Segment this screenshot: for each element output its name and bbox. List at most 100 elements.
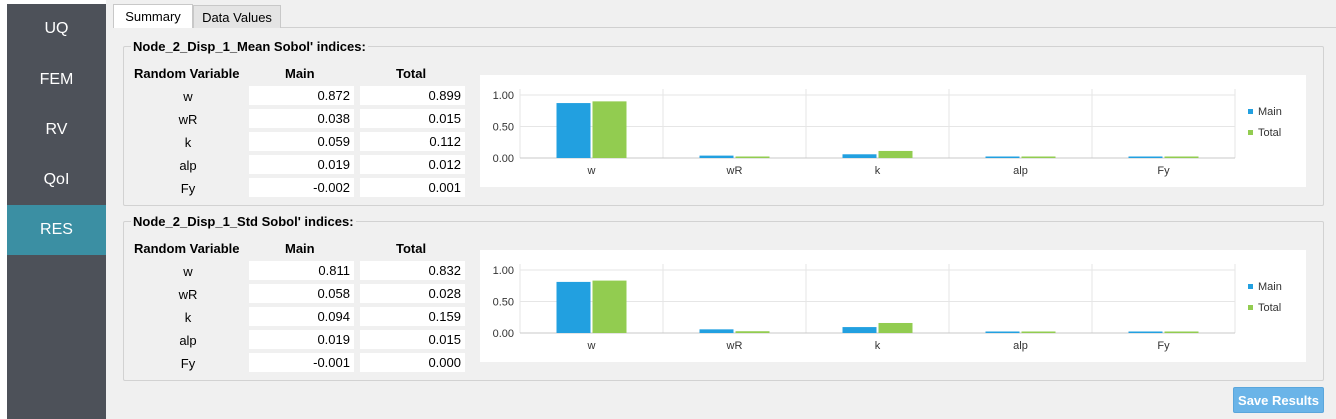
sidebar-item-label: RV bbox=[45, 121, 68, 138]
header-main: Main bbox=[285, 66, 315, 81]
legend-label-total: Total bbox=[1258, 127, 1281, 139]
main-value-field[interactable]: 0.058 bbox=[249, 284, 354, 303]
sidebar-item-label: RES bbox=[40, 221, 73, 238]
legend-swatch-total bbox=[1248, 130, 1253, 135]
bar-main-alp bbox=[985, 156, 1020, 158]
total-value-field[interactable]: 0.832 bbox=[360, 261, 465, 280]
tab-summary[interactable]: Summary bbox=[113, 4, 193, 28]
total-value-field[interactable]: 0.028 bbox=[360, 284, 465, 303]
group-title: Node_2_Disp_1_Std Sobol' indices: bbox=[131, 214, 356, 229]
total-value-field[interactable]: 0.112 bbox=[360, 132, 465, 151]
bar-total-wR bbox=[735, 331, 770, 333]
bar-chart: 0.00 0.50 1.00 w wR k alp Fy Main Total bbox=[493, 89, 1282, 177]
rv-name: Fy bbox=[180, 356, 196, 371]
x-tick-label: alp bbox=[1013, 165, 1028, 177]
main-value-field[interactable]: 0.019 bbox=[249, 330, 354, 349]
bar-chart: 0.00 0.50 1.00 w wR k alp Fy Main Total bbox=[493, 264, 1282, 352]
sobol-group-std: Node_2_Disp_1_Std Sobol' indices: Random… bbox=[123, 214, 1324, 381]
rv-name: w bbox=[183, 264, 193, 279]
tab-label: Data Values bbox=[202, 9, 272, 25]
tab-data-values[interactable]: Data Values bbox=[193, 5, 281, 28]
sobol-group-mean: Node_2_Disp_1_Mean Sobol' indices: Rando… bbox=[123, 39, 1324, 206]
y-tick-label: 1.00 bbox=[493, 90, 514, 102]
header-main: Main bbox=[285, 241, 315, 256]
x-tick-label: k bbox=[875, 340, 881, 352]
bar-main-alp bbox=[985, 331, 1020, 333]
sobol-chart-std: 0.00 0.50 1.00 w wR k alp Fy Main Total bbox=[480, 250, 1306, 362]
total-value-field[interactable]: 0.159 bbox=[360, 307, 465, 326]
rv-name: w bbox=[183, 89, 193, 104]
sidebar-item-res[interactable]: RES bbox=[7, 205, 106, 255]
legend-label-main: Main bbox=[1258, 106, 1282, 118]
bar-total-Fy bbox=[1164, 156, 1199, 158]
main-value-field[interactable]: 0.059 bbox=[249, 132, 354, 151]
bar-total-alp bbox=[1021, 156, 1056, 158]
legend-label-total: Total bbox=[1258, 302, 1281, 314]
sidebar-item-label: UQ bbox=[44, 20, 69, 37]
bar-main-wR bbox=[699, 329, 734, 333]
legend-swatch-main bbox=[1248, 284, 1253, 289]
sidebar-item-rv[interactable]: RV bbox=[7, 105, 106, 155]
main-value-field[interactable]: 0.094 bbox=[249, 307, 354, 326]
main-value-field[interactable]: 0.019 bbox=[249, 155, 354, 174]
header-total: Total bbox=[396, 66, 427, 81]
main-value-field[interactable]: -0.001 bbox=[249, 353, 354, 372]
legend-swatch-total bbox=[1248, 305, 1253, 310]
bar-total-Fy bbox=[1164, 331, 1199, 333]
bar-total-w bbox=[592, 280, 627, 333]
save-results-label: Save Results bbox=[1238, 392, 1319, 408]
rv-name: k bbox=[184, 310, 192, 325]
y-tick-label: 0.00 bbox=[493, 328, 514, 340]
sidebar-item-label: QoI bbox=[43, 171, 70, 188]
rv-name: alp bbox=[179, 333, 197, 348]
x-tick-label: wR bbox=[726, 340, 743, 352]
y-tick-label: 1.00 bbox=[493, 265, 514, 277]
sidebar: UQ FEM RV QoI RES bbox=[0, 0, 106, 419]
total-value-field[interactable]: 0.012 bbox=[360, 155, 465, 174]
x-tick-label: w bbox=[587, 340, 596, 352]
rv-name: k bbox=[184, 135, 192, 150]
total-value-field[interactable]: 0.001 bbox=[360, 178, 465, 197]
rv-name: Fy bbox=[180, 181, 196, 196]
tab-divider bbox=[113, 27, 1336, 28]
bar-total-k bbox=[878, 322, 913, 333]
rv-name: wR bbox=[178, 112, 198, 127]
header-random-variable: Random Variable bbox=[134, 241, 240, 256]
total-value-field[interactable]: 0.899 bbox=[360, 86, 465, 105]
main-value-field[interactable]: -0.002 bbox=[249, 178, 354, 197]
bar-main-wR bbox=[699, 155, 734, 158]
bar-total-wR bbox=[735, 156, 770, 158]
rv-name: wR bbox=[178, 287, 198, 302]
total-value-field[interactable]: 0.015 bbox=[360, 109, 465, 128]
bar-total-w bbox=[592, 101, 627, 158]
x-tick-label: Fy bbox=[1157, 165, 1170, 177]
header-random-variable: Random Variable bbox=[134, 66, 240, 81]
x-tick-label: alp bbox=[1013, 340, 1028, 352]
x-tick-label: k bbox=[875, 165, 881, 177]
sidebar-item-fem[interactable]: FEM bbox=[7, 55, 106, 105]
bar-main-Fy bbox=[1128, 156, 1163, 158]
bar-main-w bbox=[556, 103, 591, 158]
total-value-field[interactable]: 0.015 bbox=[360, 330, 465, 349]
x-tick-label: wR bbox=[726, 165, 743, 177]
sidebar-item-uq[interactable]: UQ bbox=[7, 4, 106, 54]
y-tick-label: 0.50 bbox=[493, 297, 514, 309]
legend-swatch-main bbox=[1248, 109, 1253, 114]
bar-main-k bbox=[842, 154, 877, 158]
bar-main-Fy bbox=[1128, 331, 1163, 333]
tab-label: Summary bbox=[125, 9, 181, 24]
main-value-field[interactable]: 0.872 bbox=[249, 86, 354, 105]
x-tick-label: Fy bbox=[1157, 340, 1170, 352]
sidebar-nav: UQ FEM RV QoI RES bbox=[7, 4, 106, 419]
bar-total-alp bbox=[1021, 331, 1056, 333]
bar-total-k bbox=[878, 150, 913, 158]
sidebar-item-qoi[interactable]: QoI bbox=[7, 155, 106, 205]
main-value-field[interactable]: 0.038 bbox=[249, 109, 354, 128]
sidebar-item-label: FEM bbox=[39, 71, 74, 88]
total-value-field[interactable]: 0.000 bbox=[360, 353, 465, 372]
save-results-button[interactable]: Save Results bbox=[1233, 387, 1324, 413]
y-tick-label: 0.50 bbox=[493, 122, 514, 134]
header-total: Total bbox=[396, 241, 427, 256]
main-value-field[interactable]: 0.811 bbox=[249, 261, 354, 280]
sobol-chart-mean: 0.00 0.50 1.00 w wR k alp Fy Main Total bbox=[480, 75, 1306, 187]
